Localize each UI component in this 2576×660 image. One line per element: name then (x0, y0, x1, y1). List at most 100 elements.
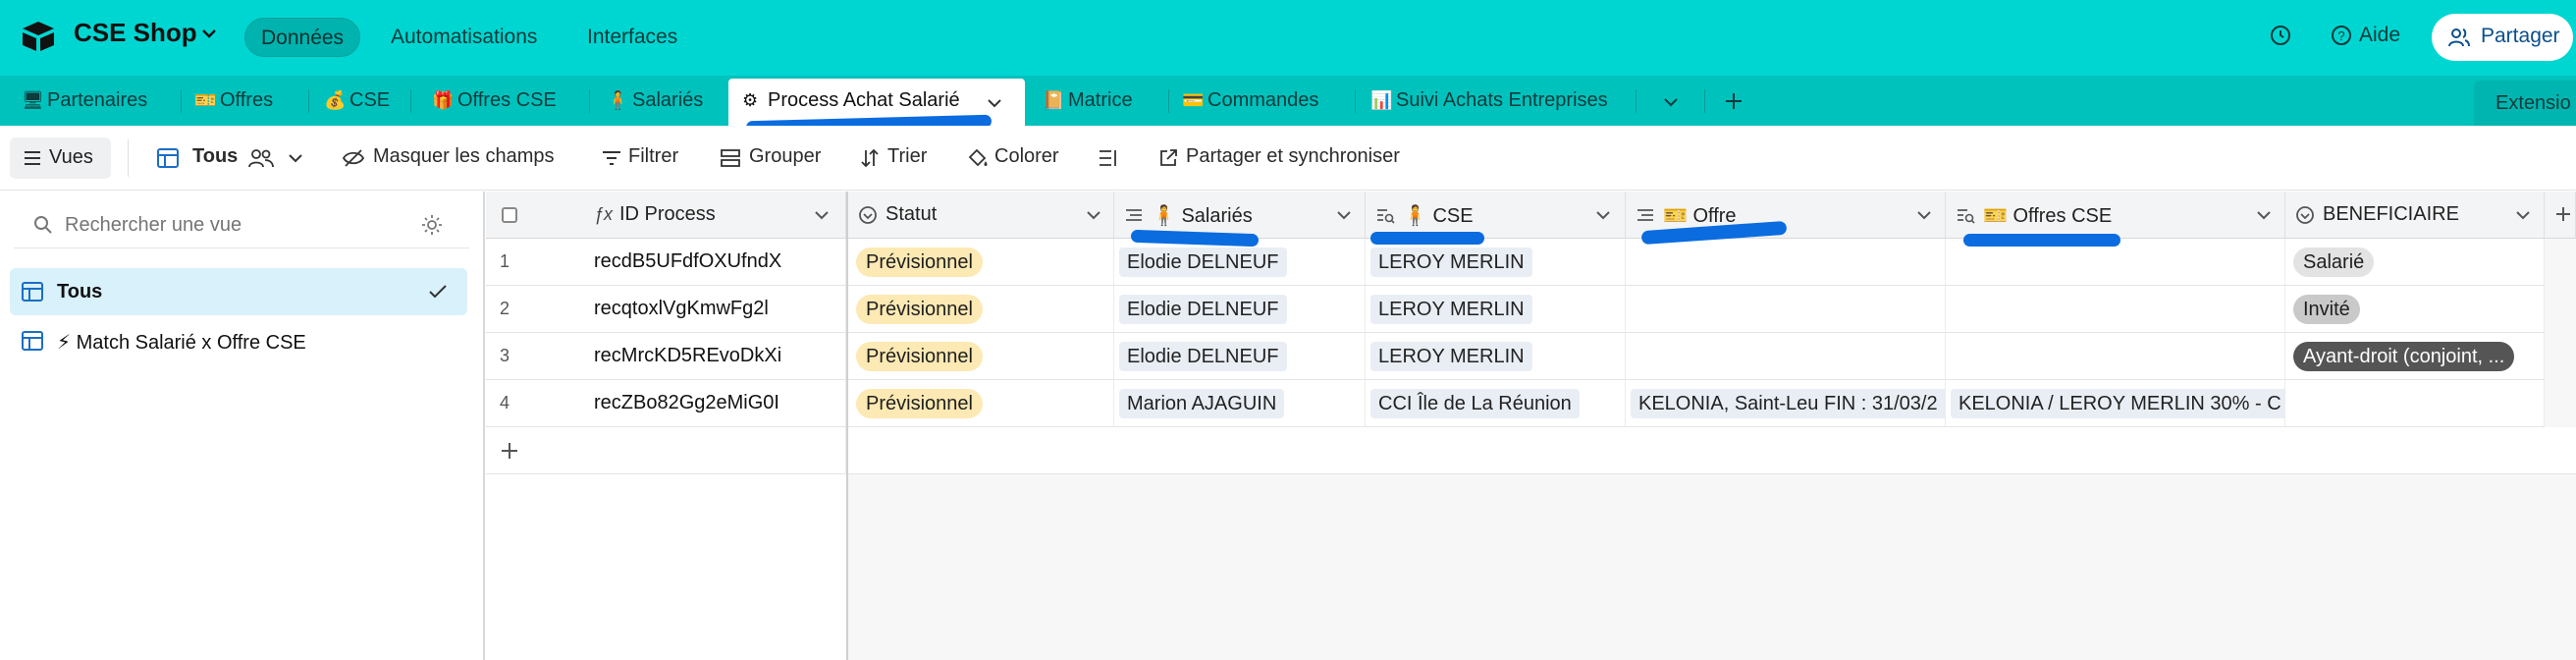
beneficiaire-cell[interactable]: Invité (2285, 286, 2545, 333)
column-header-statut[interactable]: Statut (848, 192, 1114, 239)
add-field-button[interactable] (2545, 192, 2576, 239)
view-item-tous[interactable]: Tous (10, 268, 467, 315)
salaries-cell[interactable]: Elodie DELNEUF (1114, 333, 1366, 380)
statut-cell[interactable]: Prévisionnel (848, 333, 1114, 380)
cse-cell[interactable]: LEROY MERLIN (1366, 286, 1626, 333)
tab-offres-cse[interactable]: 🎁 Offres CSE (432, 76, 557, 126)
help-label[interactable]: Aide (2359, 24, 2400, 47)
nav-interfaces[interactable]: Interfaces (571, 18, 693, 57)
paint-bucket-icon (968, 148, 988, 167)
linked-record-chip[interactable]: Elodie DELNEUF (1119, 248, 1287, 277)
extensions-button[interactable]: Extensio (2474, 81, 2576, 126)
offres-cse-cell[interactable] (1946, 333, 2285, 380)
linked-record-chip[interactable]: Elodie DELNEUF (1119, 342, 1287, 371)
chevron-down-icon[interactable] (1595, 207, 1611, 223)
tab-salaries[interactable]: 🧍 Salariés (607, 76, 703, 126)
column-header-offres-cse[interactable]: 🎫 Offres CSE (1946, 192, 2285, 239)
statut-cell[interactable]: Prévisionnel (848, 286, 1114, 333)
cse-cell[interactable]: LEROY MERLIN (1366, 239, 1626, 286)
table-row[interactable]: 3 recMrcKD5REvoDkXi (486, 333, 846, 380)
tab-matrice[interactable]: 📔 Matrice (1043, 76, 1133, 126)
add-record-button[interactable] (486, 427, 846, 474)
history-icon[interactable] (2269, 24, 2292, 47)
group-button[interactable]: Grouper (749, 145, 821, 168)
row-height-icon[interactable] (1098, 148, 1119, 168)
sort-button[interactable]: Trier (887, 145, 927, 168)
cse-cell[interactable]: CCI Île de La Réunion (1366, 380, 1626, 427)
tab-cse[interactable]: 💰 CSE (324, 76, 390, 126)
help-icon[interactable]: ? (2330, 24, 2353, 47)
statut-cell[interactable]: Prévisionnel (848, 239, 1114, 286)
lookup-chip: LEROY MERLIN (1370, 342, 1532, 371)
column-header-label: BENEFICIAIRE (2323, 203, 2459, 225)
tab-offres[interactable]: 🎫 Offres (194, 76, 273, 126)
tab-icon: 💳 (1182, 90, 1205, 110)
linked-record-chip[interactable]: KELONIA, Saint-Leu FIN : 31/03/2 (1631, 389, 1945, 418)
add-record-row[interactable] (848, 427, 2576, 474)
cse-cell[interactable]: LEROY MERLIN (1366, 333, 1626, 380)
statut-cell[interactable]: Prévisionnel (848, 380, 1114, 427)
view-search-input[interactable] (63, 209, 397, 241)
chevron-down-icon[interactable] (2256, 207, 2272, 223)
beneficiaire-cell[interactable] (2285, 380, 2545, 427)
offre-cell[interactable] (1626, 333, 1946, 380)
linked-record-icon (1126, 209, 1142, 221)
beneficiaire-cell[interactable]: Salarié (2285, 239, 2545, 286)
chevron-down-icon[interactable] (1336, 207, 1352, 223)
color-button[interactable]: Colorer (994, 145, 1059, 168)
column-header-label: ID Process (619, 203, 716, 225)
menu-icon (25, 151, 40, 165)
offre-cell[interactable] (1626, 286, 1946, 333)
row-number: 3 (500, 346, 510, 365)
tab-commandes[interactable]: 💳 Commandes (1182, 76, 1318, 126)
gear-icon[interactable] (420, 213, 444, 237)
more-tables-chevron-icon[interactable] (1661, 93, 1681, 111)
chevron-down-icon[interactable] (814, 207, 830, 223)
hide-fields-icon (342, 149, 365, 167)
chevron-down-icon[interactable] (199, 24, 219, 43)
tab-icon: 📔 (1043, 90, 1065, 110)
select-all-checkbox[interactable] (502, 207, 517, 223)
views-toggle-button[interactable]: Vues (10, 138, 111, 179)
annotation-underline (1370, 232, 1484, 245)
base-logo-icon[interactable] (20, 20, 57, 53)
column-header-id-process[interactable]: ƒx ID Process (486, 192, 846, 239)
linked-record-chip[interactable]: Elodie DELNEUF (1119, 295, 1287, 324)
frozen-column-divider (846, 239, 848, 660)
chevron-down-icon[interactable] (1916, 207, 1932, 223)
column-header-beneficiaire[interactable]: BENEFICIAIRE (2285, 192, 2545, 239)
status-badge: Prévisionnel (856, 248, 983, 277)
tab-divider (1168, 89, 1169, 113)
tab-partenaires[interactable]: 🖥 Partenaires (22, 76, 147, 126)
tab-divider (181, 89, 182, 113)
nav-donnees[interactable]: Données (244, 18, 361, 57)
table-row[interactable]: 4 recZBo82Gg2eMiG0I (486, 380, 846, 427)
filter-button[interactable]: Filtrer (628, 145, 678, 168)
offre-cell[interactable] (1626, 239, 1946, 286)
chevron-down-icon[interactable] (1086, 207, 1101, 223)
chevron-down-icon[interactable] (2515, 207, 2531, 223)
table-row[interactable]: 2 recqtoxlVgKmwFg2l (486, 286, 846, 333)
table-tab-bar: 🖥 Partenaires 🎫 Offres 💰 CSE 🎁 Offres CSE 🧍 S… (0, 76, 2576, 126)
table-row[interactable]: 1 recdB5UFdfOXUfndX (486, 239, 846, 286)
hide-fields-button[interactable]: Masquer les champs (373, 145, 555, 168)
nav-automatisations[interactable]: Automatisations (375, 18, 553, 57)
chevron-down-icon[interactable] (287, 150, 304, 166)
share-button[interactable]: Partager (2432, 14, 2573, 61)
offres-cse-cell[interactable]: KELONIA / LEROY MERLIN 30% - C (1946, 380, 2285, 427)
beneficiaire-cell[interactable]: Ayant-droit (conjoint, ... (2285, 333, 2545, 380)
linked-record-chip[interactable]: Marion AJAGUIN (1119, 389, 1285, 418)
add-table-icon[interactable] (1724, 91, 1744, 111)
current-view-name[interactable]: Tous (192, 145, 238, 168)
base-name[interactable]: CSE Shop (74, 18, 197, 48)
share-sync-button[interactable]: Partager et synchroniser (1186, 145, 1400, 168)
view-item-match[interactable]: ⚡ Match Salarié x Offre CSE (10, 317, 467, 364)
salaries-cell[interactable]: Elodie DELNEUF (1114, 286, 1366, 333)
view-search[interactable] (14, 201, 469, 248)
tab-suivi-achats[interactable]: 📊 Suivi Achats Entreprises (1370, 76, 1608, 126)
salaries-cell[interactable]: Marion AJAGUIN (1114, 380, 1366, 427)
formula-icon: ƒx (594, 204, 614, 224)
offre-cell[interactable]: KELONIA, Saint-Leu FIN : 31/03/2 (1626, 380, 1946, 427)
offres-cse-cell[interactable] (1946, 286, 2285, 333)
chevron-down-icon[interactable] (986, 94, 1003, 112)
